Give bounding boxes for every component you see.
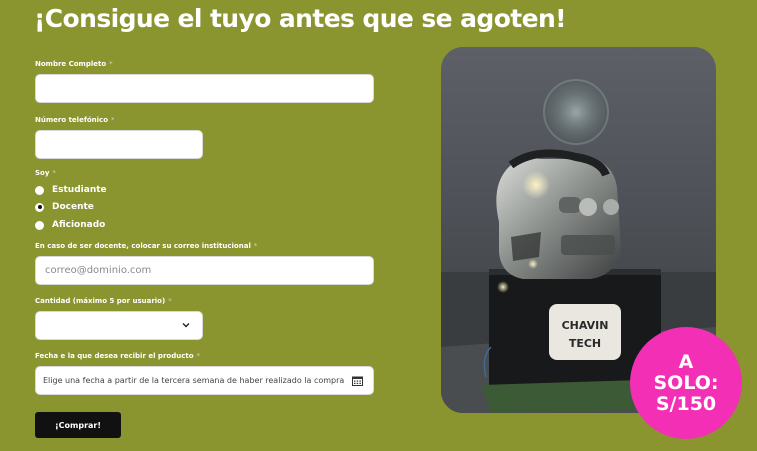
radio-button[interactable] — [35, 185, 44, 195]
required-mark: * — [109, 60, 113, 68]
email-input[interactable] — [36, 257, 373, 284]
name-field-wrapper — [35, 74, 374, 103]
page-headline: ¡Consigue el tuyo antes que se agoten! — [34, 4, 567, 33]
name-label-text: Nombre Completo — [35, 60, 107, 68]
phone-label-text: Número telefónico — [35, 116, 109, 124]
required-mark: * — [52, 169, 56, 177]
radio-option-docente[interactable]: Docente — [35, 200, 94, 214]
date-label: Fecha e la que desea recibir el producto… — [35, 352, 200, 360]
price-badge: A SOLO: S/150 — [630, 327, 742, 439]
radio-option-estudiante[interactable]: Estudiante — [35, 183, 107, 197]
required-mark: * — [196, 352, 201, 360]
phone-label: Número telefónico * — [35, 116, 115, 124]
name-label: Nombre Completo * — [35, 60, 113, 68]
radio-label: Aficionado — [52, 220, 106, 230]
label-text-line1: CHAVIN — [562, 319, 609, 332]
required-mark: * — [253, 242, 258, 250]
date-label-text: Fecha e la que desea recibir el producto — [35, 352, 194, 360]
radio-label: Estudiante — [52, 185, 107, 195]
required-mark: * — [168, 297, 172, 305]
radio-label: Docente — [52, 202, 94, 212]
radio-button-selected[interactable] — [35, 202, 44, 212]
role-label-text: Soy — [35, 169, 50, 177]
role-label: Soy * — [35, 169, 56, 177]
buy-button[interactable]: ¡Comprar! — [35, 412, 121, 438]
label-text-line2: TECH — [569, 337, 601, 350]
required-mark: * — [111, 116, 115, 124]
phone-input[interactable] — [36, 131, 202, 158]
email-label-text: En caso de ser docente, colocar su corre… — [35, 242, 251, 250]
phone-field-wrapper — [35, 130, 203, 159]
quantity-label: Cantidad (máximo 5 por usuario) * — [35, 297, 172, 305]
chevron-down-icon — [182, 323, 190, 328]
price-badge-text: A SOLO: S/150 — [653, 350, 719, 415]
calendar-icon[interactable] — [352, 376, 363, 386]
quantity-label-text: Cantidad (máximo 5 por usuario) — [35, 297, 166, 305]
name-input[interactable] — [36, 75, 373, 102]
quantity-select[interactable] — [35, 311, 203, 340]
email-label: En caso de ser docente, colocar su corre… — [35, 242, 257, 250]
date-placeholder: Elige una fecha a partir de la tercera s… — [43, 376, 345, 385]
email-field-wrapper — [35, 256, 374, 285]
radio-option-aficionado[interactable]: Aficionado — [35, 218, 105, 232]
radio-button[interactable] — [35, 220, 44, 230]
date-input[interactable]: Elige una fecha a partir de la tercera s… — [35, 366, 374, 395]
